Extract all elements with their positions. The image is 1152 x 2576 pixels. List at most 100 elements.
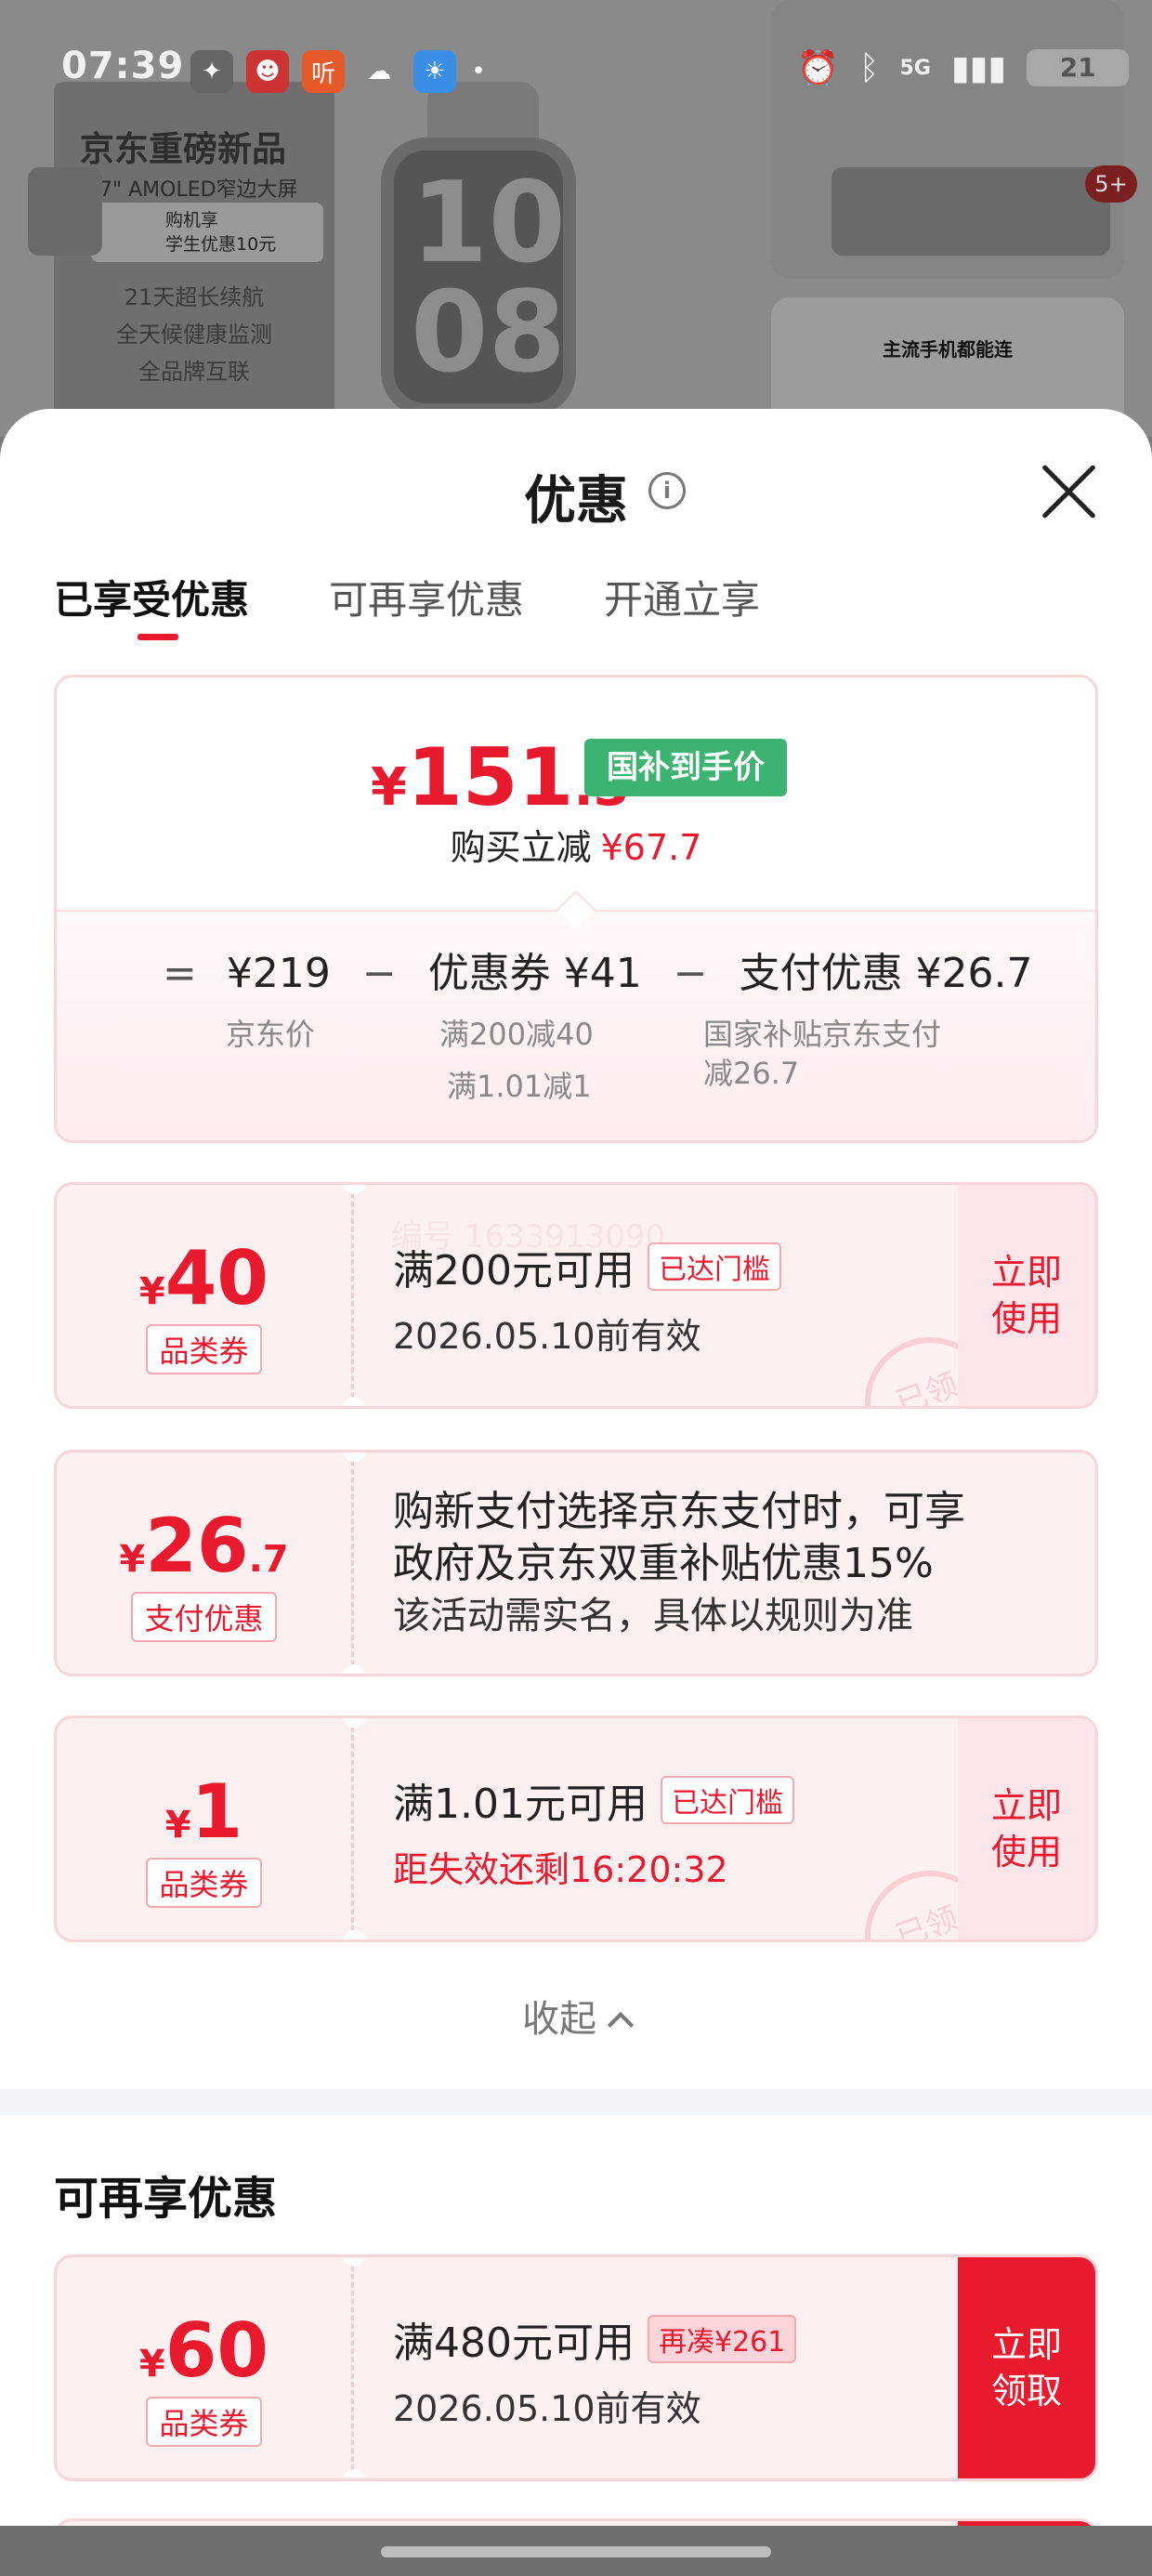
- coupon-amount: ¥1: [57, 1768, 351, 1855]
- home-indicator[interactable]: [381, 2546, 771, 2557]
- bluetooth-icon: ᛒ: [858, 48, 880, 87]
- coupon-condition: 满1.01元可用 已达门槛: [393, 1770, 969, 1830]
- coupon-type: 品类券: [57, 1324, 351, 1374]
- formula-equals: =: [163, 950, 197, 997]
- more-dot-icon: •: [469, 50, 488, 93]
- coupon-type-label: 支付优惠: [131, 1592, 277, 1642]
- coupon-value-area: ¥26.7 支付优惠: [57, 1452, 354, 1674]
- coupon-value-area: ¥1 品类券: [57, 1718, 354, 1939]
- notification-icons: ✦ ☻ 听 ☁ ☀ •: [190, 50, 488, 93]
- clown-icon: ☻: [246, 50, 289, 93]
- claim-now-button[interactable]: 立即 领取: [958, 2257, 1095, 2478]
- alarm-icon: ⏰: [797, 49, 839, 87]
- student-badge-text: 购机享 学生优惠10元: [165, 210, 277, 255]
- coupon-details: 满480元可用 再凑¥261 2026.05.10前有效: [393, 2309, 969, 2431]
- price-summary-card: ¥151.3 国补到手价 购买立减¥67.7 = ¥219 − 优惠券 ¥41 …: [54, 675, 1098, 1143]
- base-price-label: 京东价: [226, 1017, 316, 1052]
- battery-icon: 21: [1027, 49, 1130, 86]
- chevron-up-icon: [607, 2011, 635, 2039]
- coupon-type-label: 品类券: [146, 1858, 262, 1908]
- gov-subsidy-tag: 国补到手价: [584, 739, 787, 796]
- summary-breakdown: = ¥219 − 优惠券 ¥41 − 支付优惠 ¥26.7 京东价 满200减4…: [57, 889, 1095, 1140]
- coupon-value-dec: .7: [248, 1538, 289, 1581]
- instant-discount-label: 购买立减: [450, 827, 592, 868]
- threshold-tag: 已达门槛: [647, 1242, 781, 1291]
- coupon-value: 26: [145, 1503, 249, 1589]
- system-icons: ⏰ ᛒ 5G ▮▮▮ 21: [797, 48, 1130, 87]
- coupon-condition-text: 满200元可用: [393, 1247, 635, 1295]
- formula-minus: −: [673, 950, 708, 997]
- payment-line2: 政府及京东双重补贴优惠15%: [393, 1540, 934, 1587]
- payment-sub2: 减26.7: [703, 1056, 800, 1091]
- promo-headline: 京东重磅新品: [80, 129, 286, 169]
- gesture-bar: [0, 2526, 1152, 2576]
- coupon-value-area: ¥40 品类券: [57, 1185, 354, 1406]
- compat-caption: 主流手机都能连: [883, 338, 1013, 361]
- formula-minus: −: [361, 950, 397, 997]
- coupon-value: 60: [164, 2307, 269, 2394]
- formula-payment: 支付优惠 ¥26.7: [739, 950, 1033, 997]
- coupon-card: ¥40 品类券 编号 1633913090 满200元可用 已达门槛 2026.0…: [54, 1182, 1098, 1409]
- instant-discount-amount: ¥67.7: [600, 827, 702, 868]
- close-icon[interactable]: [1039, 461, 1100, 522]
- tab-enjoyed[interactable]: 已享受优惠: [54, 569, 249, 640]
- instant-discount-line: 购买立减 ¥67.7: [57, 819, 1095, 870]
- status-bar: 07:39 ✦ ☻ 听 ☁ ☀ • ⏰ ᛒ 5G ▮▮▮ 21: [0, 37, 1152, 102]
- formula-base-price: ¥219: [226, 950, 331, 997]
- status-time: 07:39: [61, 45, 185, 87]
- student-badge: 购机享 学生优惠10元: [91, 203, 323, 262]
- more-dot: •: [471, 58, 486, 85]
- coupon-validity: 2026.05.10前有效: [393, 1316, 701, 1357]
- coupon-notch: [343, 1664, 365, 1674]
- summary-top: ¥151.3 国补到手价 购买立减¥67.7: [57, 677, 1095, 910]
- coupon-validity: 2026.05.10前有效: [393, 2388, 701, 2429]
- back-button[interactable]: [28, 167, 102, 256]
- weather-icon: ☀: [413, 50, 456, 93]
- collapse-button[interactable]: 收起: [0, 1989, 1152, 2043]
- wechat-icon: ✦: [190, 50, 233, 93]
- coupon-condition-text: 满480元可用: [393, 2320, 635, 2367]
- watch-time: 10 08: [411, 159, 566, 398]
- coupon-type: 品类券: [57, 2397, 351, 2447]
- coupon-notch: [343, 1930, 365, 1939]
- coupon-yen: ¥: [138, 1270, 165, 1313]
- coupon-card: ¥1 品类券 满1.01元可用 已达门槛 距失效还剩16:20:32 已领 立即 …: [54, 1715, 1098, 1942]
- coupon-type: 品类券: [57, 1858, 351, 1908]
- coupon-type-label: 品类券: [146, 2397, 262, 2447]
- listen-label: 听: [310, 59, 335, 88]
- payment-details: 购新支付选择京东支付时，可享 政府及京东双重补贴优惠15% 该活动需实名，具体以…: [393, 1486, 1062, 1642]
- collapse-label: 收起: [522, 1998, 596, 2041]
- final-price-int: 151: [406, 731, 574, 824]
- use-now-button[interactable]: 立即 使用: [958, 1718, 1095, 1939]
- payment-line1: 购新支付选择京东支付时，可享: [393, 1488, 965, 1535]
- cloud-chat-icon: ☁: [367, 58, 391, 85]
- coupon-condition-text: 满1.01元可用: [393, 1781, 648, 1828]
- more-discounts-title: 可再享优惠: [54, 2173, 278, 2225]
- coupon-type: 支付优惠: [57, 1592, 351, 1642]
- coupon-countdown: 距失效还剩16:20:32: [393, 1849, 728, 1890]
- sheet-title: 优惠: [524, 471, 628, 532]
- formula-coupon: 优惠券 ¥41: [427, 950, 642, 997]
- use-now-button[interactable]: 立即 使用: [958, 1185, 1095, 1406]
- listen-icon: 听: [302, 50, 345, 93]
- feature-item: 21天超长续航: [124, 284, 265, 310]
- network-label: 5G: [899, 56, 931, 80]
- tab-more-available[interactable]: 可再享优惠: [329, 569, 524, 625]
- claimable-coupon-card: ¥60 品类券 满480元可用 再凑¥261 2026.05.10前有效 立即 领…: [54, 2254, 1098, 2481]
- promo-banner: 京东重磅新品 1.97" AMOLED窄边大屏 购机享 学生优惠10元 21天超…: [54, 82, 334, 437]
- threshold-tag: 已达门槛: [660, 1776, 794, 1824]
- coupon-amount: ¥26.7: [57, 1503, 351, 1589]
- watch-face: 10 08: [381, 138, 576, 416]
- feature-item: 全天候健康监测: [116, 322, 272, 348]
- tab-activate[interactable]: 开通立享: [604, 569, 760, 625]
- section-divider: [0, 2089, 1152, 2115]
- info-icon[interactable]: i: [648, 472, 686, 509]
- payment-sub1: 国家补贴京东支付: [703, 1017, 942, 1052]
- header-actions[interactable]: [831, 167, 1110, 256]
- coupon-yen: ¥: [138, 2343, 165, 2385]
- discount-sheet: 优惠 i 已享受优惠 可再享优惠 开通立享 ¥151.3 国补到手价 购买立减¥…: [0, 409, 1152, 2576]
- coupon-amount: ¥60: [57, 2307, 351, 2394]
- coupon-sub2: 满1.01减1: [447, 1069, 592, 1104]
- coupon-yen: ¥: [164, 1804, 191, 1847]
- feature-item: 全品牌互联: [138, 359, 250, 385]
